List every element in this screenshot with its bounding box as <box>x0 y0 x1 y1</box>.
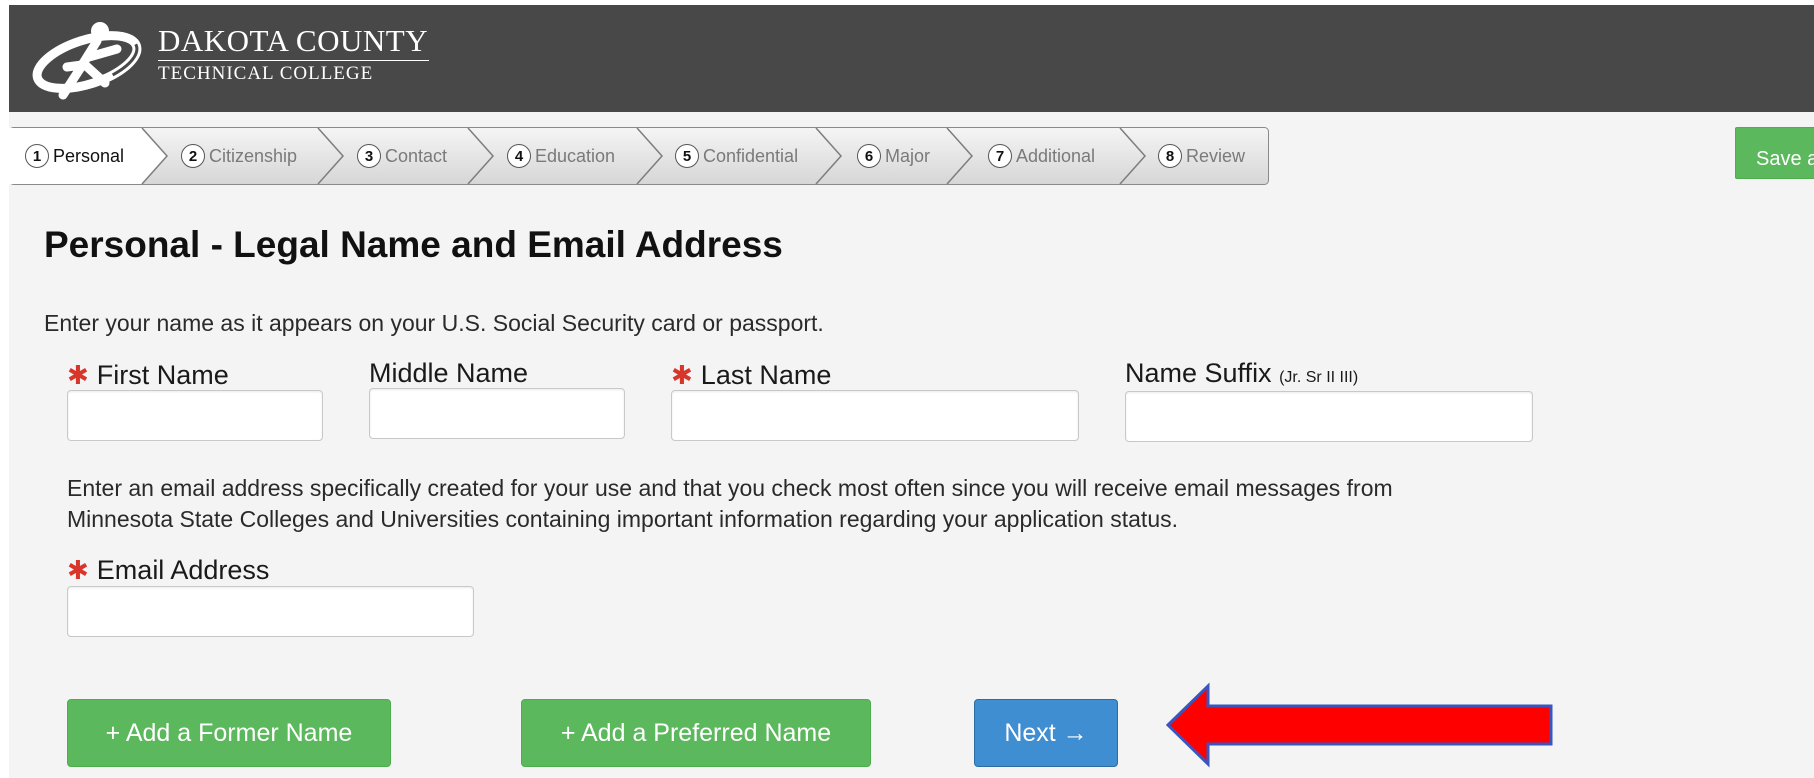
step-number: 5 <box>675 144 699 168</box>
next-button[interactable]: Next → <box>974 699 1118 767</box>
last-name-label-text: Last Name <box>700 360 832 390</box>
step-confidential[interactable]: 5 Confidential <box>675 127 798 185</box>
required-asterisk-icon: ✱ <box>671 360 693 390</box>
step-number: 8 <box>1158 144 1182 168</box>
required-asterisk-icon: ✱ <box>67 360 89 390</box>
add-former-name-button[interactable]: + Add a Former Name <box>67 699 391 767</box>
step-education[interactable]: 4 Education <box>507 127 615 185</box>
step-label: Confidential <box>703 145 799 166</box>
step-label: Personal <box>53 145 125 166</box>
email-address-label: ✱ Email Address <box>67 555 269 586</box>
college-name: DAKOTA COUNTY TECHNICAL COLLEGE <box>158 24 429 85</box>
college-name-line2: TECHNICAL COLLEGE <box>158 63 374 84</box>
middle-name-label: Middle Name <box>369 358 528 389</box>
step-number: 3 <box>357 144 381 168</box>
email-address-label-text: Email Address <box>96 555 270 585</box>
step-additional[interactable]: 7 Additional <box>988 127 1095 185</box>
first-name-label-text: First Name <box>96 360 229 390</box>
step-number: 2 <box>181 144 205 168</box>
step-label: Review <box>1186 145 1246 166</box>
page-title: Personal - Legal Name and Email Address <box>44 224 783 265</box>
step-major[interactable]: 6 Major <box>857 127 930 185</box>
first-name-input[interactable] <box>67 390 323 441</box>
annotation-arrow-icon <box>1166 682 1553 768</box>
middle-name-input[interactable] <box>369 388 625 439</box>
email-address-input[interactable] <box>67 586 474 637</box>
college-name-line1: DAKOTA COUNTY <box>158 23 429 58</box>
name-instructions: Enter your name as it appears on your U.… <box>44 310 824 336</box>
name-suffix-hint: (Jr. Sr II III) <box>1279 369 1359 386</box>
email-instructions: Enter an email address specifically crea… <box>67 475 1393 532</box>
name-suffix-label-text: Name Suffix <box>1125 358 1272 388</box>
middle-name-label-text: Middle Name <box>369 358 529 388</box>
step-contact[interactable]: 3 Contact <box>357 127 447 185</box>
wizard-steps: 1 Personal 2 Citizenship 3 Contact 4 Edu… <box>9 127 1269 185</box>
step-citizenship[interactable]: 2 Citizenship <box>181 127 297 185</box>
step-number: 4 <box>507 144 531 168</box>
step-number: 7 <box>988 144 1012 168</box>
last-name-input[interactable] <box>671 390 1079 441</box>
last-name-label: ✱ Last Name <box>671 360 831 391</box>
name-suffix-label: Name Suffix (Jr. Sr II III) <box>1125 358 1358 389</box>
first-name-label: ✱ First Name <box>67 360 229 391</box>
step-personal[interactable]: 1 Personal <box>25 127 124 185</box>
college-logo-icon <box>32 22 142 100</box>
step-label: Contact <box>385 145 448 166</box>
step-review[interactable]: 8 Review <box>1158 127 1245 185</box>
add-preferred-name-button[interactable]: + Add a Preferred Name <box>521 699 871 767</box>
step-label: Citizenship <box>209 145 298 166</box>
site-header: DAKOTA COUNTY TECHNICAL COLLEGE <box>9 5 1814 112</box>
application-frame: DAKOTA COUNTY TECHNICAL COLLEGE 1 Person… <box>9 5 1814 778</box>
save-button[interactable]: Save a <box>1735 127 1814 179</box>
step-number: 1 <box>25 144 49 168</box>
step-number: 6 <box>857 144 881 168</box>
logo-divider <box>158 60 429 61</box>
step-label: Additional <box>1016 145 1096 166</box>
step-label: Major <box>885 145 931 166</box>
name-suffix-input[interactable] <box>1125 391 1533 442</box>
step-label: Education <box>535 145 616 166</box>
required-asterisk-icon: ✱ <box>67 555 89 585</box>
